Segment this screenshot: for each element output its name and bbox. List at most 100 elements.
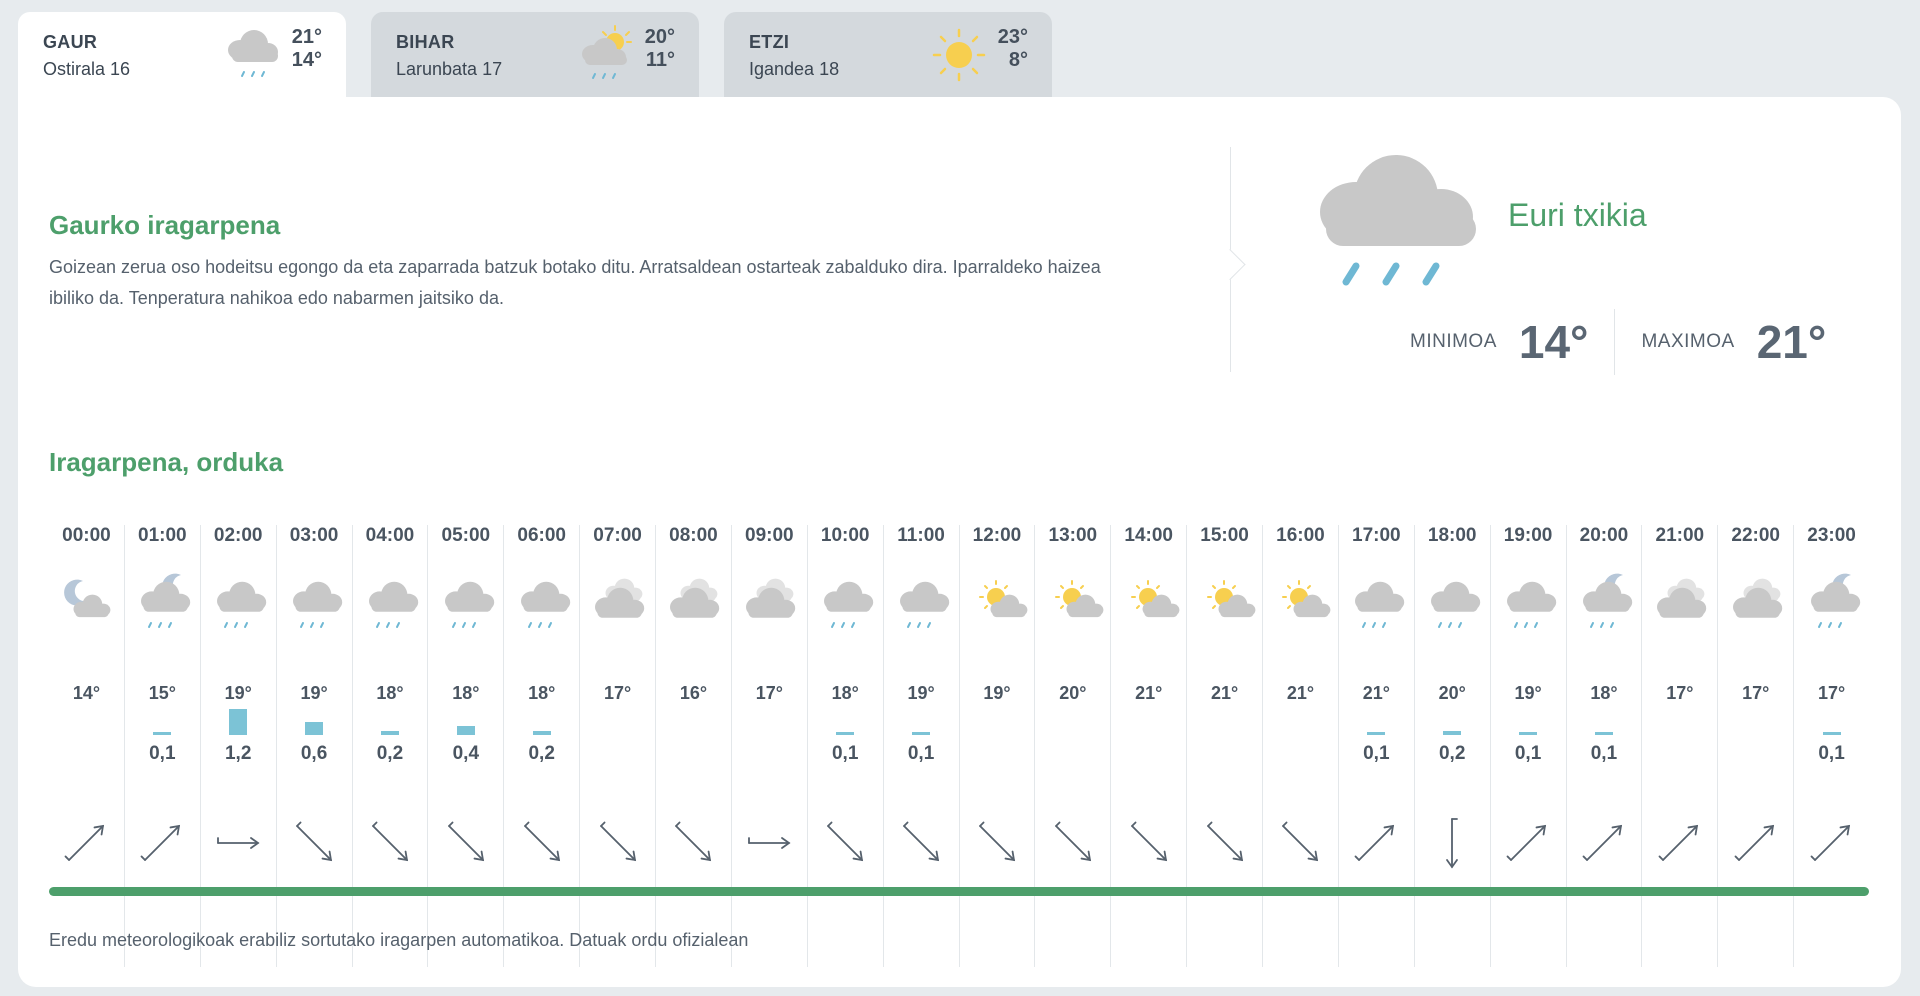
precip-bar [912, 732, 931, 735]
clouds-icon [1656, 578, 1707, 618]
wind-arrow-icon [1658, 824, 1698, 861]
precip-bar [456, 726, 475, 735]
hour-temperature: 17° [755, 683, 783, 703]
cloud-rain-icon [1320, 155, 1476, 286]
hour-time: 18:00 [1427, 525, 1477, 546]
hour-temperature: 18° [831, 683, 859, 703]
forecast-card: Gaurko iragarpena Goizean zerua oso hode… [18, 97, 1901, 987]
hour-time: 16:00 [1276, 525, 1325, 546]
hour-column: 07:00 17° [580, 525, 656, 967]
hour-temperature: 19° [300, 683, 328, 703]
wind-arrow-icon [1582, 824, 1623, 861]
hourly-title: Iragarpena, orduka [49, 447, 284, 477]
cloud-rain-icon [217, 581, 267, 628]
hour-temperature: 17° [1817, 683, 1846, 703]
wind-arrow-icon [1206, 821, 1243, 862]
hour-column: 15:00 21° [1187, 525, 1263, 967]
hour-time: 23:00 [1807, 525, 1856, 546]
hour-precipitation: 0,1 [907, 743, 935, 764]
tab-max-temp: 21° [291, 26, 322, 48]
hour-precipitation: 0,2 [528, 743, 555, 764]
moon-cloud-rain-icon [1810, 573, 1860, 628]
tab-etzi[interactable]: ETZI Igandea 18 23° 8° [724, 12, 1052, 98]
hour-temperature: 17° [1666, 683, 1694, 703]
hour-temperature: 17° [1742, 683, 1770, 703]
hour-precipitation: 0,4 [452, 743, 480, 764]
sun-cloud-icon [978, 580, 1028, 618]
tab-day-name: GAUR [43, 32, 98, 52]
hour-time: 04:00 [365, 525, 415, 546]
cloud-rain-icon [1507, 581, 1557, 628]
sun-cloud-rain-icon [582, 25, 632, 79]
sun-cloud-icon [1206, 580, 1255, 618]
precip-bar [836, 732, 855, 735]
tab-max-temp: 20° [644, 26, 675, 48]
hour-temperature: 18° [1590, 683, 1618, 703]
hour-time: 02:00 [213, 525, 263, 546]
tab-day-date: Igandea 18 [749, 59, 840, 79]
hour-precipitation: 0,1 [1818, 743, 1845, 764]
tab-temps: 20° 11° [645, 26, 675, 72]
hour-temperature: 19° [907, 683, 935, 703]
hour-column: 01:00 15° 0,1 [125, 525, 201, 967]
hour-precipitation: 0,1 [1590, 743, 1618, 764]
tab-day-date: Larunbata 17 [396, 59, 503, 79]
hour-column: 17:00 21° 0,1 [1339, 525, 1415, 967]
clouds-icon [594, 578, 644, 618]
wind-arrow-icon [523, 821, 560, 862]
max-label: MAXIMOA [1641, 331, 1735, 352]
sun-cloud-icon [1054, 580, 1104, 618]
hour-temperature: 15° [148, 683, 176, 703]
cloud-rain-icon [520, 581, 570, 628]
tab-max-temp: 23° [997, 26, 1028, 48]
max-value: 21° [1756, 316, 1827, 368]
wind-arrow-icon [447, 821, 484, 862]
day-tabs: GAUR Ostirala 16 21° 14° BIHAR Larunbata… [18, 12, 1052, 102]
hour-column: 12:00 19° [960, 525, 1036, 967]
wind-arrow-icon [903, 821, 940, 862]
hour-temperature: 20° [1059, 683, 1087, 703]
clouds-icon [670, 578, 720, 618]
hour-column: 14:00 21° [1111, 525, 1188, 967]
tab-bihar[interactable]: BIHAR Larunbata 17 20° 11° [371, 12, 699, 98]
precip-bar [305, 722, 324, 735]
hour-time: 17:00 [1352, 525, 1401, 546]
wind-arrow-icon [296, 821, 333, 862]
precip-bar [1594, 732, 1613, 735]
hour-time: 22:00 [1731, 525, 1780, 546]
cloud-rain-icon [824, 581, 874, 628]
precip-bar [1443, 731, 1462, 735]
hour-temperature: 20° [1438, 683, 1466, 703]
hour-precipitation: 0,1 [1363, 743, 1390, 764]
hour-column: 23:00 17° 0,1 [1794, 525, 1869, 967]
hour-precipitation: 1,2 [224, 743, 252, 764]
hour-column: 08:00 16° [656, 525, 732, 967]
tab-day-date: Ostirala 16 [43, 59, 131, 79]
tab-gaur[interactable]: GAUR Ostirala 16 21° 14° [18, 12, 346, 102]
hour-temperature: 16° [679, 683, 708, 703]
wind-arrow-icon [827, 821, 864, 862]
hour-column: 13:00 20° [1035, 525, 1112, 967]
hour-temperature: 21° [1210, 683, 1239, 703]
hour-column: 09:00 17° [732, 525, 808, 967]
cloud-rain-icon [1431, 581, 1481, 628]
forecast-title: Gaurko iragarpena [49, 210, 281, 240]
tab-day-name: BIHAR [396, 32, 455, 52]
wind-arrow-icon [65, 824, 105, 861]
hour-temperature: 18° [452, 683, 480, 703]
hour-precipitation: 0,2 [1438, 743, 1466, 764]
precip-bar [1519, 732, 1538, 735]
sun-icon [932, 28, 986, 82]
forecast-text: Goizean zerua oso hodeitsu egongo da eta… [49, 257, 1101, 308]
hour-column: 19:00 19° 0,1 [1491, 525, 1567, 967]
hour-time: 21:00 [1655, 525, 1705, 546]
hour-column: 03:00 19° 0,6 [277, 525, 353, 967]
sun-cloud-icon [1130, 580, 1180, 618]
hour-precipitation: 0,1 [831, 743, 859, 764]
tab-min-temp: 11° [645, 49, 675, 71]
min-value: 14° [1518, 316, 1589, 368]
hour-temperature: 21° [1286, 683, 1315, 703]
min-max-temps: MINIMOA 14° MAXIMOA 21° [1410, 309, 1826, 375]
wind-arrow-icon [217, 837, 260, 849]
precip-bar [153, 732, 172, 735]
